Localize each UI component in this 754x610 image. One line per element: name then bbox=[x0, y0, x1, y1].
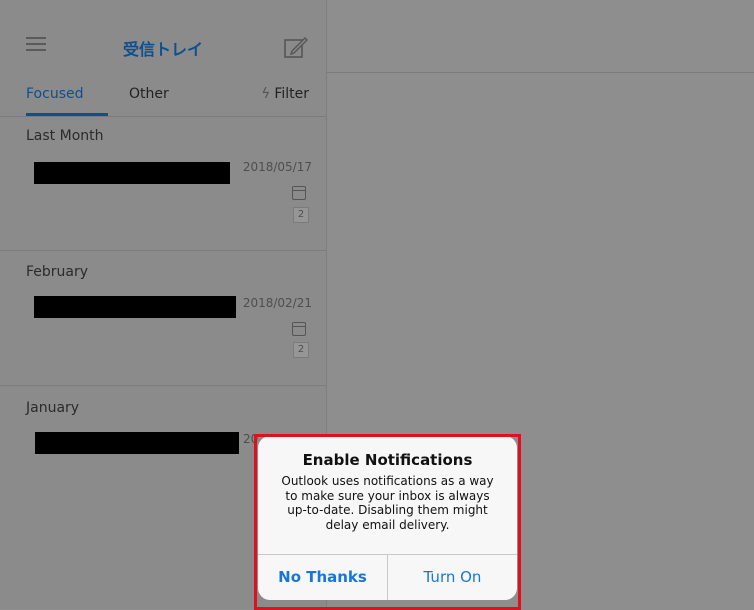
section-header-last-month: Last Month bbox=[26, 128, 104, 144]
redacted-sender bbox=[34, 296, 236, 318]
enable-notifications-dialog: Enable Notifications Outlook uses notifi… bbox=[258, 436, 517, 600]
dialog-message: Outlook uses notifications as a way to m… bbox=[281, 474, 494, 532]
dialog-title: Enable Notifications bbox=[302, 451, 473, 469]
thread-count-badge: 2 bbox=[293, 207, 309, 223]
lightning-bolt-icon: ϟ bbox=[261, 86, 271, 102]
section-divider bbox=[0, 385, 326, 386]
list-header: 受信トレイ bbox=[0, 0, 326, 72]
tab-focused[interactable]: Focused bbox=[26, 86, 83, 102]
calendar-icon bbox=[292, 186, 306, 200]
tab-focused-indicator bbox=[26, 113, 108, 116]
section-header-january: January bbox=[26, 400, 80, 416]
inbox-tabs: Focused Other ϟ Filter bbox=[0, 80, 326, 117]
thread-count-badge: 2 bbox=[293, 342, 309, 358]
filter-label: Filter bbox=[274, 86, 309, 102]
reading-pane-header bbox=[327, 0, 754, 73]
section-divider bbox=[0, 250, 326, 251]
list-item[interactable]: 2018/02/21 2 bbox=[0, 294, 326, 374]
calendar-icon bbox=[292, 322, 306, 336]
redacted-sender bbox=[34, 162, 230, 184]
list-item[interactable]: 2018/05/17 2 bbox=[0, 158, 326, 238]
folder-title: 受信トレイ bbox=[122, 40, 203, 59]
filter-button[interactable]: ϟ Filter bbox=[261, 86, 309, 102]
compose-icon[interactable] bbox=[283, 36, 309, 60]
message-date: 2018/05/17 bbox=[242, 160, 312, 174]
message-date: 20 bbox=[243, 432, 259, 446]
message-date: 2018/02/21 bbox=[242, 296, 312, 310]
section-header-february: February bbox=[26, 264, 89, 280]
redacted-sender bbox=[35, 432, 239, 454]
no-thanks-button[interactable]: No Thanks bbox=[258, 555, 387, 600]
turn-on-button[interactable]: Turn On bbox=[388, 555, 517, 600]
tab-other[interactable]: Other bbox=[129, 86, 169, 102]
